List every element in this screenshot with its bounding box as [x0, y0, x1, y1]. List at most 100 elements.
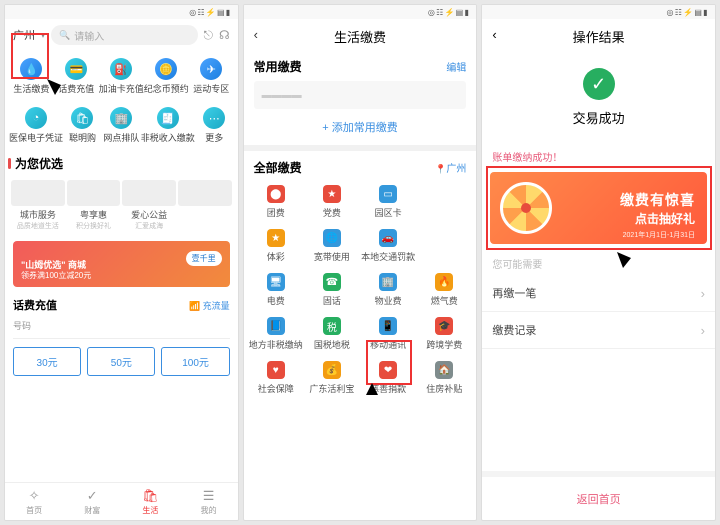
- social-sec-icon: ♥: [267, 361, 285, 379]
- annotation-arrow-2: [354, 383, 389, 433]
- all-payments-title: 全部缴费: [254, 159, 302, 176]
- annotation-arrow-1: [45, 77, 125, 137]
- local-nontax-icon: 📘: [267, 317, 285, 335]
- common-payment-item[interactable]: ▬▬▬▬: [254, 81, 467, 109]
- more[interactable]: ⋯更多: [195, 104, 234, 147]
- home-icon: ✧: [29, 488, 40, 504]
- return-home-button[interactable]: 返回首页: [482, 471, 715, 521]
- amount-30元[interactable]: 30元: [13, 347, 81, 376]
- gd-huoli[interactable]: 💰广东活利宝: [304, 356, 360, 400]
- tab-life[interactable]: 🛍生活: [121, 483, 179, 520]
- gas-icon: 🔥: [435, 273, 453, 291]
- status-bar: ◎ ☷ ⚡ ▤ ▮: [482, 5, 715, 19]
- all-payments-grid: ⬤团费★党费▭园区卡 ★体彩🌐宽带使用🚗本地交通罚款 🖥电费☎固话🏢物业费🔥燃气费 📘…: [244, 180, 477, 400]
- housing[interactable]: 🏠住房补贴: [416, 356, 472, 400]
- success-block: ✓ 交易成功: [482, 52, 715, 143]
- phone-home: ◎ ☷ ⚡ ▤ ▮ 广州 ▾ 请输入 ⎋☊ 💧生活缴费💳话费充值⛽加油卡充值🪙纪…: [4, 4, 239, 521]
- common-payments-title: 常用缴费: [254, 58, 302, 75]
- search-input[interactable]: 请输入: [51, 25, 197, 45]
- featured-cards: 城市服务品质地道生活粤享惠积分换好礼爱心公益汇爱成海: [5, 176, 238, 235]
- tuition[interactable]: 🎓跨境学费: [416, 312, 472, 356]
- back-button[interactable]: ‹: [492, 27, 496, 42]
- suggestions-label: 您可能需要: [482, 246, 715, 275]
- tax[interactable]: 税国税地税: [304, 312, 360, 356]
- location-selector[interactable]: 广州: [435, 160, 466, 175]
- featured-section-title: 为您优选: [5, 149, 238, 176]
- mine-icon: ☰: [203, 488, 215, 504]
- add-common-button[interactable]: + 添加常用缴费: [244, 109, 477, 151]
- highlight-box-banner: [486, 166, 712, 250]
- banner-badge: 壹千里: [186, 251, 222, 266]
- recharge-section: 话费充值 充流量 号码 30元50元100元: [13, 293, 230, 384]
- mic-icon[interactable]: ⎋: [204, 28, 214, 43]
- amount-100元[interactable]: 100元: [161, 347, 229, 376]
- landline-icon: ☎: [323, 273, 341, 291]
- highlight-box-mobile: [366, 340, 412, 385]
- charity[interactable]: 爱心公益汇爱成海: [122, 180, 176, 231]
- med-ins-icon: ◔: [25, 107, 47, 129]
- non-tax-pay-icon: 🧾: [157, 107, 179, 129]
- broadband[interactable]: 🌐宽带使用: [304, 224, 360, 268]
- bottom-tab-bar: ✧首页✓财富🛍生活☰我的: [5, 482, 238, 520]
- non-tax-pay[interactable]: 🧾非税收入缴款: [141, 104, 195, 147]
- status-bar: ◎ ☷ ⚡ ▤ ▮: [244, 5, 477, 19]
- landline[interactable]: ☎固话: [304, 268, 360, 312]
- action-再缴一笔[interactable]: 再缴一笔: [482, 275, 715, 312]
- party-fee-icon: ★: [323, 185, 341, 203]
- yue-xiang[interactable]: 粤享惠积分换好礼: [67, 180, 121, 231]
- group-fee[interactable]: ⬤团费: [248, 180, 304, 224]
- wealth-icon: ✓: [87, 488, 98, 504]
- property[interactable]: 🏢物业费: [360, 268, 416, 312]
- page-title: ‹ 生活缴费: [244, 19, 477, 52]
- blank1: [416, 180, 472, 224]
- blank2: [416, 224, 472, 268]
- social-sec[interactable]: ♥社会保障: [248, 356, 304, 400]
- coin-reserve[interactable]: 🪙纪念币预约: [144, 55, 189, 98]
- tab-mine[interactable]: ☰我的: [180, 483, 238, 520]
- phone-number-field[interactable]: 号码: [13, 317, 230, 339]
- traffic-fine-icon: 🚗: [379, 229, 397, 247]
- mobile-icon: 📱: [379, 317, 397, 335]
- sports-icon: ✈: [200, 58, 222, 80]
- success-text: 交易成功: [573, 108, 625, 127]
- flow-link[interactable]: 充流量: [189, 299, 230, 312]
- traffic-fine[interactable]: 🚗本地交通罚款: [360, 224, 416, 268]
- lottery[interactable]: ★体彩: [248, 224, 304, 268]
- tab-home[interactable]: ✧首页: [5, 483, 63, 520]
- electric[interactable]: 🖥电费: [248, 268, 304, 312]
- coin-reserve-icon: 🪙: [155, 58, 177, 80]
- unknown[interactable]: [178, 180, 232, 231]
- park-card-icon: ▭: [379, 185, 397, 203]
- amount-buttons: 30元50元100元: [13, 339, 230, 384]
- party-fee[interactable]: ★党费: [304, 180, 360, 224]
- lottery-icon: ★: [267, 229, 285, 247]
- highlight-box-living-payment: [11, 33, 49, 79]
- gd-huoli-icon: 💰: [323, 361, 341, 379]
- local-nontax[interactable]: 📘地方非税缴纳: [248, 312, 304, 356]
- phone-living-payment: ◎ ☷ ⚡ ▤ ▮ ‹ 生活缴费 常用缴费 编辑 ▬▬▬▬ + 添加常用缴费 全…: [243, 4, 478, 521]
- back-button[interactable]: ‹: [254, 27, 258, 42]
- sports[interactable]: ✈运动专区: [189, 55, 234, 98]
- life-icon: 🛍: [142, 488, 159, 504]
- banner-title: "山姆优选" 商城: [21, 258, 86, 271]
- electric-icon: 🖥: [267, 273, 285, 291]
- tab-wealth[interactable]: ✓财富: [63, 483, 121, 520]
- recharge-title: 话费充值: [13, 297, 57, 313]
- group-fee-icon: ⬤: [267, 185, 285, 203]
- status-bar: ◎ ☷ ⚡ ▤ ▮: [5, 5, 238, 19]
- property-icon: 🏢: [379, 273, 397, 291]
- park-card[interactable]: ▭园区卡: [360, 180, 416, 224]
- action-缴费记录[interactable]: 缴费记录: [482, 312, 715, 349]
- tax-icon: 税: [323, 317, 341, 335]
- housing-icon: 🏠: [435, 361, 453, 379]
- gas[interactable]: 🔥燃气费: [416, 268, 472, 312]
- edit-link[interactable]: 编辑: [446, 59, 466, 74]
- headset-icon[interactable]: ☊: [219, 28, 230, 43]
- tuition-icon: 🎓: [435, 317, 453, 335]
- more-icon: ⋯: [203, 107, 225, 129]
- city-service[interactable]: 城市服务品质地道生活: [11, 180, 65, 231]
- promo-banner[interactable]: "山姆优选" 商城 领券满100立减20元 壹千里: [13, 241, 230, 287]
- phone-result: ◎ ☷ ⚡ ▤ ▮ ‹ 操作结果 ✓ 交易成功 账单缴纳成功！ 缴费有惊喜 点击…: [481, 4, 716, 521]
- check-icon: ✓: [583, 68, 615, 100]
- amount-50元[interactable]: 50元: [87, 347, 155, 376]
